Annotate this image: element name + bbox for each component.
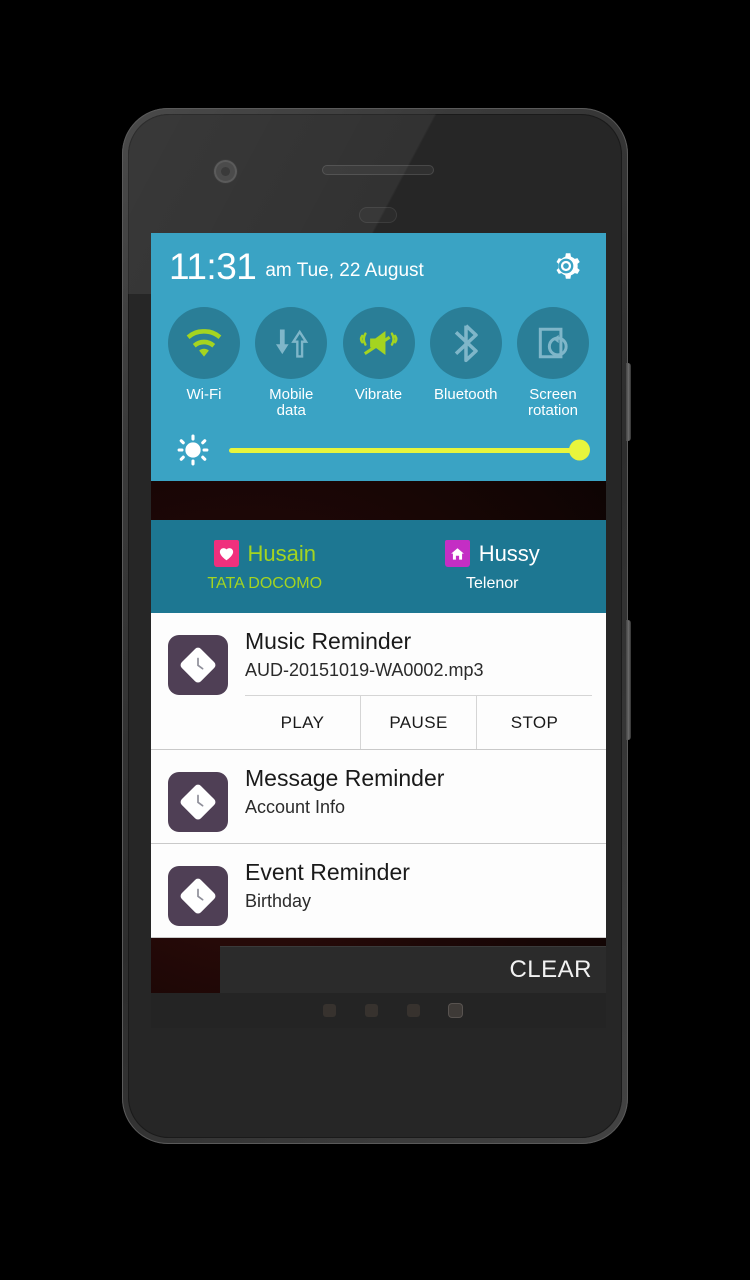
- quick-settings-panel: 11:31 am Tue, 22 August Wi-Fi Mobile dat…: [151, 233, 606, 482]
- notification-item[interactable]: Music Reminder AUD-20151019-WA0002.mp3 P…: [151, 613, 606, 750]
- clock-date: am Tue, 22 August: [265, 259, 424, 281]
- notification-subtitle: AUD-20151019-WA0002.mp3: [245, 659, 484, 680]
- sim-slot-2-header: Hussy: [444, 540, 540, 567]
- toggle-mobile-data-label: Mobile data: [269, 386, 314, 420]
- notification-body: Event Reminder Birthday: [245, 844, 606, 937]
- notification-body: Music Reminder AUD-20151019-WA0002.mp3 P…: [245, 613, 606, 749]
- brightness-icon: [173, 433, 213, 467]
- notification-list: Music Reminder AUD-20151019-WA0002.mp3 P…: [151, 613, 606, 938]
- notification-subtitle: Account Info: [245, 796, 346, 817]
- notification-actions: PLAY PAUSE STOP: [245, 694, 592, 749]
- toggle-screen-rotation-label: Screen rotation: [527, 386, 579, 420]
- clock-time: 11:31: [169, 245, 257, 287]
- home-icon: [444, 540, 470, 567]
- notification-body: Message Reminder Account Info: [245, 750, 606, 843]
- clock-diamond-icon: [168, 865, 228, 926]
- front-camera-icon: [216, 162, 235, 181]
- toggle-vibrate[interactable]: Vibrate: [338, 307, 420, 419]
- vibrate-icon: [359, 331, 398, 355]
- bluetooth-icon: [454, 324, 478, 363]
- clock-diamond-icon: [168, 771, 228, 832]
- toggle-vibrate-circle: [342, 307, 415, 379]
- status-clock-row: 11:31 am Tue, 22 August: [151, 233, 606, 299]
- volume-button[interactable]: [626, 363, 631, 441]
- toggle-wifi-label: Wi-Fi: [186, 386, 222, 403]
- toggle-bluetooth-label: Bluetooth: [434, 386, 498, 403]
- notification-icon-wrap: [151, 750, 245, 843]
- quick-toggle-row: Wi-Fi Mobile data Vibrate Bluetooth Scre…: [151, 299, 606, 419]
- notification-item[interactable]: Event Reminder Birthday: [151, 843, 606, 938]
- gear-icon: [556, 253, 580, 279]
- toggle-screen-rotation[interactable]: Screen rotation: [512, 307, 594, 419]
- clock-diamond-icon: [168, 635, 228, 695]
- notification-title: Message Reminder: [245, 764, 445, 791]
- toggle-mobile-data-circle: [255, 307, 328, 379]
- toggle-screen-rotation-circle: [517, 307, 589, 379]
- page-dot[interactable]: [407, 1004, 420, 1017]
- phone-device: 11:31 am Tue, 22 August Wi-Fi Mobile dat…: [122, 108, 631, 1144]
- toggle-bluetooth[interactable]: Bluetooth: [425, 307, 507, 419]
- notification-item[interactable]: Message Reminder Account Info: [151, 749, 606, 844]
- mobile-data-icon: [276, 329, 309, 358]
- clear-button[interactable]: CLEAR: [509, 956, 592, 984]
- brightness-slider-knob[interactable]: [569, 439, 590, 461]
- home-page-indicator: [151, 993, 606, 1028]
- play-button[interactable]: PLAY: [245, 696, 360, 749]
- clear-notifications-bar[interactable]: CLEAR: [220, 946, 606, 993]
- brightness-slider-row: [151, 419, 606, 481]
- page-dot[interactable]: [323, 1004, 336, 1017]
- notification-subtitle: Birthday: [245, 890, 312, 911]
- pause-button[interactable]: PAUSE: [360, 695, 476, 749]
- sim-slot-2-name: Hussy: [478, 540, 540, 566]
- toggle-mobile-data[interactable]: Mobile data: [250, 307, 332, 419]
- sim-slot-2[interactable]: Hussy Telenor: [379, 520, 607, 613]
- proximity-sensor: [359, 207, 397, 223]
- sim-slot-2-carrier: Telenor: [466, 575, 519, 592]
- toggle-vibrate-label: Vibrate: [354, 386, 403, 403]
- sim-slot-1-carrier: TATA DOCOMO: [207, 575, 323, 592]
- notification-title: Music Reminder: [245, 628, 412, 654]
- notification-icon-wrap: [151, 844, 245, 937]
- toggle-wifi-circle: [168, 307, 240, 379]
- wifi-icon: [186, 329, 222, 357]
- sim-slot-1-name: Husain: [247, 540, 316, 566]
- heart-icon: [213, 540, 239, 567]
- phone-screen: 11:31 am Tue, 22 August Wi-Fi Mobile dat…: [151, 233, 606, 1028]
- sim-slot-1[interactable]: Husain TATA DOCOMO: [151, 520, 379, 613]
- earpiece-speaker: [322, 165, 434, 175]
- sim-carrier-row: Husain TATA DOCOMO Hussy Telenor: [151, 520, 606, 613]
- settings-button[interactable]: [545, 245, 587, 287]
- power-button[interactable]: [626, 620, 631, 740]
- stop-button[interactable]: STOP: [476, 695, 592, 749]
- toggle-bluetooth-circle: [429, 307, 502, 379]
- brightness-slider[interactable]: [229, 439, 590, 461]
- page-dot-active[interactable]: [449, 1004, 462, 1017]
- toggle-wifi[interactable]: Wi-Fi: [163, 307, 245, 419]
- screen-rotation-icon: [538, 327, 568, 359]
- page-dot[interactable]: [365, 1004, 378, 1017]
- notification-title: Event Reminder: [245, 858, 410, 885]
- notification-icon-wrap: [151, 613, 245, 749]
- phone-bezel: 11:31 am Tue, 22 August Wi-Fi Mobile dat…: [128, 114, 622, 1138]
- sim-slot-1-header: Husain: [213, 540, 316, 567]
